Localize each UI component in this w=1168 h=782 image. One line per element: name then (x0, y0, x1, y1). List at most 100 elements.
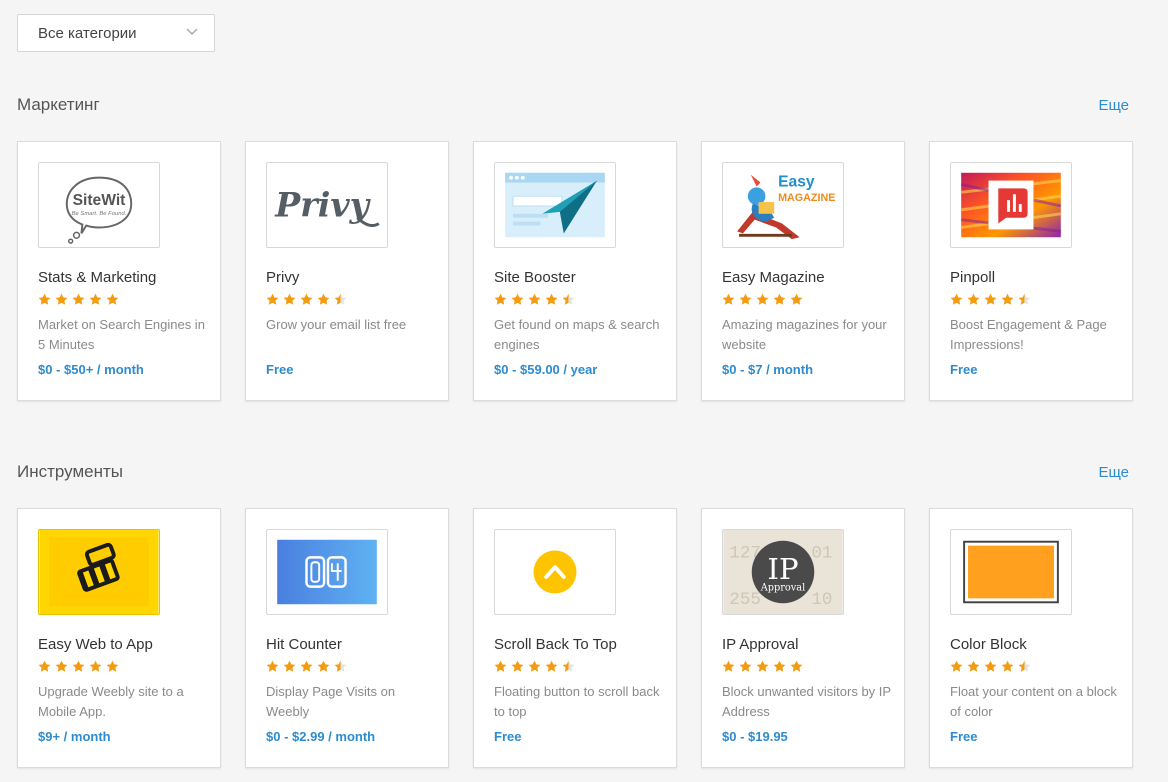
star-full-icon (300, 293, 313, 305)
star-half-icon (1018, 660, 1031, 672)
app-card-easy-web-to-app[interactable]: Easy Web to App Upgrade Weebly site to a… (17, 508, 221, 768)
star-half-icon (562, 660, 575, 672)
star-full-icon (528, 293, 541, 305)
app-price: $9+ / month (38, 729, 111, 744)
app-price: $0 - $19.95 (722, 729, 788, 744)
rating-stars (950, 660, 1031, 673)
star-half-icon (562, 293, 575, 305)
svg-text:255: 255 (729, 590, 761, 610)
hit-counter-logo-icon (266, 529, 388, 615)
app-description: Floating button to scroll back to top (494, 684, 660, 719)
star-full-icon (967, 660, 980, 672)
star-full-icon (266, 660, 279, 672)
app-description: Upgrade Weebly site to a Mobile App. (38, 684, 184, 719)
star-full-icon (38, 660, 51, 672)
rating-stars (722, 660, 803, 673)
star-full-icon (967, 293, 980, 305)
tools-apps-grid: Easy Web to App Upgrade Weebly site to a… (17, 508, 1133, 768)
rating-stars (494, 293, 575, 306)
app-title: Easy Web to App (38, 636, 153, 653)
category-dropdown-label: Все категории (38, 24, 137, 42)
svg-text:10: 10 (811, 590, 832, 610)
star-full-icon (1001, 660, 1014, 672)
star-full-icon (283, 660, 296, 672)
star-full-icon (511, 293, 524, 305)
star-full-icon (317, 293, 330, 305)
star-full-icon (773, 293, 786, 305)
app-card-color-block[interactable]: Color Block Float your content on a bloc… (929, 508, 1133, 768)
app-price: $0 - $2.99 / month (266, 729, 376, 744)
chevron-down-icon (186, 28, 198, 36)
app-description: Amazing magazines for your website (722, 317, 887, 352)
app-title: Scroll Back To Top (494, 636, 617, 653)
marketing-apps-grid: SiteWit Be Smart. Be Found. Stats & Mark… (17, 141, 1133, 401)
color-block-logo-icon (950, 529, 1072, 615)
star-full-icon (756, 660, 769, 672)
star-full-icon (756, 293, 769, 305)
app-description: Get found on maps & search engines (494, 317, 660, 352)
star-full-icon (984, 660, 997, 672)
app-price: $0 - $7 / month (722, 362, 814, 377)
privy-logo-icon: Privy (266, 162, 388, 248)
rating-stars (266, 660, 347, 673)
app-card-privy[interactable]: Privy Privy Grow your email list free Fr… (245, 141, 449, 401)
app-card-easy-magazine[interactable]: Easy MAGAZINE Easy Magazine Amazing maga… (701, 141, 905, 401)
app-title: Pinpoll (950, 269, 996, 286)
svg-text:SiteWit: SiteWit (73, 192, 126, 209)
star-full-icon (317, 660, 330, 672)
app-card-site-booster[interactable]: Site Booster Get found on maps & search … (473, 141, 677, 401)
app-price: Free (950, 362, 978, 377)
rating-stars (266, 293, 347, 306)
easy-web-to-app-logo-icon (38, 529, 160, 615)
svg-text:01: 01 (811, 543, 832, 563)
star-full-icon (545, 660, 558, 672)
star-full-icon (283, 293, 296, 305)
rating-stars (38, 660, 119, 673)
section-title-marketing: Маркетинг (17, 95, 100, 114)
star-full-icon (722, 293, 735, 305)
section-title-tools: Инструменты (17, 462, 124, 481)
star-full-icon (790, 660, 803, 672)
app-title: Hit Counter (266, 636, 342, 653)
star-full-icon (72, 293, 85, 305)
app-card-scroll-back-to-top[interactable]: Scroll Back To Top Floating button to sc… (473, 508, 677, 768)
star-full-icon (950, 293, 963, 305)
app-description: Display Page Visits on Weebly (266, 684, 396, 719)
rating-stars (722, 293, 803, 306)
star-full-icon (511, 660, 524, 672)
star-full-icon (89, 293, 102, 305)
star-full-icon (739, 660, 752, 672)
ip-approval-logo-icon: 127 01 255 10 IP Approval (722, 529, 844, 615)
rating-stars (494, 660, 575, 673)
star-full-icon (545, 293, 558, 305)
svg-text:Be Smart. Be Found.: Be Smart. Be Found. (72, 211, 127, 217)
app-title: IP Approval (722, 636, 799, 653)
star-full-icon (494, 660, 507, 672)
more-link-marketing[interactable]: Еще (1098, 97, 1129, 114)
star-full-icon (528, 660, 541, 672)
app-card-ip-approval[interactable]: 127 01 255 10 IP Approval IP Approval Bl… (701, 508, 905, 768)
app-title: Easy Magazine (722, 269, 825, 286)
category-dropdown[interactable]: Все категории (17, 14, 215, 52)
star-full-icon (55, 660, 68, 672)
svg-text:Approval: Approval (760, 583, 806, 594)
app-title: Stats & Marketing (38, 269, 157, 286)
app-card-pinpoll[interactable]: Pinpoll Boost Engagement & Page Impressi… (929, 141, 1133, 401)
star-full-icon (300, 660, 313, 672)
app-card-hit-counter[interactable]: Hit Counter Display Page Visits on Weebl… (245, 508, 449, 768)
app-card-stats-marketing[interactable]: SiteWit Be Smart. Be Found. Stats & Mark… (17, 141, 221, 401)
star-full-icon (494, 293, 507, 305)
more-link-tools[interactable]: Еще (1098, 464, 1129, 481)
app-price: Free (950, 729, 978, 744)
site-booster-logo-icon (494, 162, 616, 248)
app-title: Site Booster (494, 269, 576, 286)
star-full-icon (1001, 293, 1014, 305)
star-full-icon (266, 293, 279, 305)
app-price: Free (266, 362, 294, 377)
star-full-icon (722, 660, 735, 672)
star-full-icon (89, 660, 102, 672)
pinpoll-logo-icon (950, 162, 1072, 248)
app-title: Privy (266, 269, 300, 286)
svg-text:IP: IP (767, 552, 798, 586)
star-full-icon (984, 293, 997, 305)
